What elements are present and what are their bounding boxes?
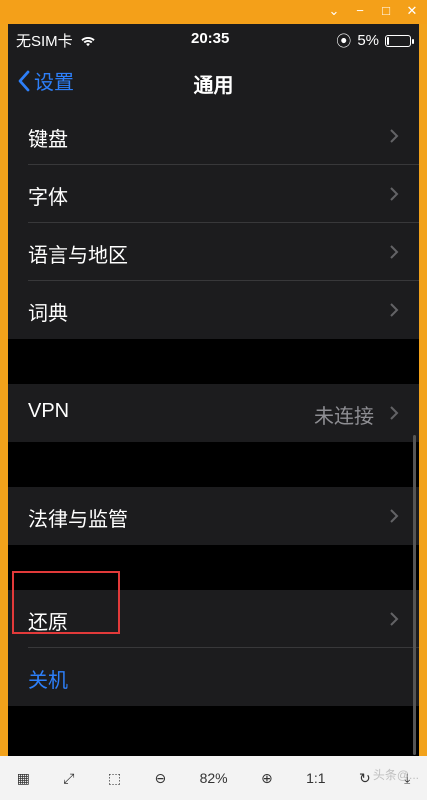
row-dictionary[interactable]: 词典 [8,281,419,339]
status-time: 20:35 [191,30,230,47]
navigation-bar: 设置 通用 [8,54,419,107]
crop-icon[interactable]: ⬚ [108,770,121,787]
rotation-lock-icon: ⦿ [336,33,352,50]
row-font[interactable]: 字体 [8,165,419,223]
actual-size-button[interactable]: 1:1 [306,770,325,786]
chevron-right-icon [390,187,399,201]
close-icon[interactable]: ✕ [403,3,421,19]
row-reset[interactable]: 还原 [8,590,419,648]
battery-level [387,36,389,45]
battery-icon [385,34,414,47]
window-controls: ⌄ − □ ✕ [325,3,421,19]
viewer-toolbar: ▦ ⤢ ⬚ ⊖ 82% ⊕ 1:1 ↻ ⤓ [0,756,427,800]
section-gap [8,442,419,487]
row-label: 键盘 [28,129,68,151]
collapse-icon[interactable]: ⌄ [325,3,343,19]
page-title: 通用 [193,75,234,97]
chevron-right-icon [390,245,399,259]
battery-percent: 5% [357,32,379,49]
window-title-bar: ⌄ − □ ✕ [0,0,427,24]
row-vpn[interactable]: VPN 未连接 [8,384,419,442]
row-legal[interactable]: 法律与监管 [8,487,419,545]
watermark: 头条@... [372,768,419,782]
carrier: 无SIM卡 [16,30,97,51]
row-shutdown[interactable]: 关机 [8,648,419,706]
chevron-right-icon [390,406,399,420]
minimize-icon[interactable]: − [351,3,369,19]
chevron-right-icon [390,612,399,626]
scrollbar[interactable] [413,435,416,755]
phone-screen: 无SIM卡 20:35 ⦿ 5% 设置 通用 键盘 字体 语言与地区 词典 VP… [8,24,419,756]
layout-icon[interactable]: ▦ [17,770,30,787]
zoom-out-icon[interactable]: ⊖ [154,770,166,787]
maximize-icon[interactable]: □ [377,3,395,19]
row-keyboard[interactable]: 键盘 [8,107,419,165]
row-label: 法律与监管 [28,509,128,531]
carrier-label: 无SIM卡 [16,33,73,50]
row-label: 还原 [28,612,68,634]
chevron-right-icon [390,509,399,523]
row-language-region[interactable]: 语言与地区 [8,223,419,281]
row-label: 字体 [28,187,68,209]
status-right: ⦿ 5% [336,30,414,51]
row-label: 关机 [28,670,68,692]
zoom-level: 82% [199,770,228,786]
chevron-right-icon [390,303,399,317]
fit-screen-icon[interactable]: ⤢ [63,770,74,787]
row-label: 词典 [28,303,68,325]
row-label: 语言与地区 [28,245,128,267]
rotate-icon[interactable]: ↻ [359,770,371,787]
section-gap [8,339,419,384]
zoom-in-icon[interactable]: ⊕ [261,770,273,787]
section-gap [8,545,419,590]
status-bar: 无SIM卡 20:35 ⦿ 5% [8,24,419,54]
vpn-status: 未连接 [314,406,374,428]
row-label: VPN [28,400,70,422]
wifi-icon [81,36,95,46]
settings-list: 键盘 字体 语言与地区 词典 VPN 未连接 法律与监管 还原 关机 [8,107,419,706]
chevron-right-icon [390,129,399,143]
